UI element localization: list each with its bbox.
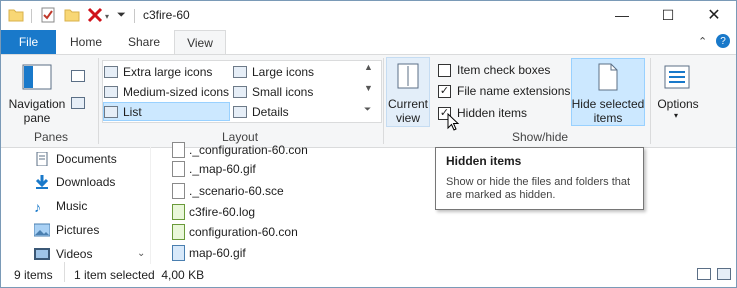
config-file-icon [172,223,185,240]
nav-item-documents[interactable]: Documents [34,147,117,170]
details-pane-icon[interactable] [71,97,85,109]
chevron-down-icon[interactable]: ▾ [105,12,109,21]
list-item[interactable]: ._scenario-60.sce [172,180,284,201]
documents-icon [34,151,50,166]
current-view-label: Current view [387,97,428,125]
hidden-items-tooltip: Hidden items Show or hide the files and … [435,147,644,210]
group-separator [98,58,99,144]
details-icon [233,105,247,118]
options-dropdown-icon[interactable]: ▾ [674,111,678,120]
window-title: c3fire-60 [143,8,190,22]
folder-icon [8,7,24,23]
details-view-icon[interactable] [697,268,711,280]
group-separator [383,58,384,144]
layout-medium-icons[interactable]: Medium-sized icons [104,82,232,101]
navigation-pane-icon[interactable] [22,64,52,90]
layout-large-icons[interactable]: Large icons [233,62,353,81]
file-icon [172,141,185,158]
item-check-boxes-checkbox[interactable] [438,63,451,77]
minimize-ribbon-icon[interactable]: ⌃ [698,35,707,48]
videos-icon [34,247,50,261]
hide-selected-items-label: Hide selected items [571,97,645,125]
new-folder-icon[interactable] [64,7,80,23]
list-item[interactable]: c3fire-60.log [172,201,255,222]
list-item[interactable]: map-60.gif [172,242,246,263]
gallery-scroll-up-icon[interactable]: ▲ [364,62,373,72]
preview-pane-icon[interactable] [71,70,85,82]
help-icon[interactable]: ? [716,34,730,48]
tooltip-body: Show or hide the files and folders that … [446,176,631,201]
list-item[interactable]: ._configuration-60.con [172,139,308,160]
mouse-cursor-icon [447,112,461,133]
nav-scroll-down-icon[interactable]: ⌄ [137,248,145,259]
layout-details[interactable]: Details [233,102,353,121]
nav-item-downloads[interactable]: Downloads [34,170,115,193]
customize-qat-icon[interactable]: ⏷ [117,9,126,22]
title-separator [134,9,135,23]
current-view-icon [396,62,420,90]
file-icon [172,182,185,199]
maximize-button[interactable]: ☐ [645,0,691,30]
nav-item-music[interactable]: ♪ Music [34,194,87,217]
qat-separator [31,9,32,23]
pane-splitter[interactable] [150,147,151,264]
list-icon [104,105,118,118]
music-icon: ♪ [34,198,41,215]
file-name-extensions-checkbox[interactable]: ✓ [438,84,451,98]
pictures-icon [33,223,51,237]
nav-item-pictures[interactable]: Pictures [33,218,99,241]
item-check-boxes-toggle[interactable]: Item check boxes [438,60,550,80]
options-button[interactable]: Options [655,97,701,111]
tooltip-title: Hidden items [446,154,522,168]
image-file-icon [172,244,185,261]
group-separator [650,58,651,144]
layout-small-icons[interactable]: Small icons [233,82,353,101]
gallery-more-icon[interactable]: ⏷ [364,104,371,115]
large-icons-icon [233,65,247,78]
file-name-extensions-toggle[interactable]: ✓ File name extensions [438,81,570,101]
tab-file[interactable]: File [1,30,56,54]
properties-icon[interactable] [40,7,56,23]
large-icons-view-icon[interactable] [717,268,731,280]
status-item-count: 9 items [14,268,53,282]
small-icons-icon [233,85,247,98]
options-icon [664,65,690,89]
list-item[interactable]: configuration-60.con [172,221,298,242]
extra-large-icons-icon [104,65,118,78]
navigation-pane-button[interactable]: Navigation pane [4,97,70,125]
tab-share[interactable]: Share [118,30,170,54]
status-selection: 1 item selected 4,00 KB [74,268,205,282]
log-file-icon [172,203,185,220]
tab-view[interactable]: View [174,30,226,54]
status-separator [64,262,65,282]
downloads-icon [34,174,50,189]
close-button[interactable]: ✕ [691,0,737,30]
medium-icons-icon [104,85,118,98]
gallery-scroll-down-icon[interactable]: ▼ [364,83,373,93]
panes-group-label: Panes [34,130,69,144]
delete-icon[interactable] [87,7,103,23]
hide-selected-items-icon [596,62,620,92]
showhide-group-label: Show/hide [512,130,569,144]
file-icon [172,160,185,177]
minimize-button[interactable]: — [599,0,645,30]
list-item[interactable]: ._map-60.gif [172,158,256,179]
tab-home[interactable]: Home [60,30,112,54]
layout-extra-large-icons[interactable]: Extra large icons [104,62,228,81]
layout-list[interactable]: List [103,102,230,121]
